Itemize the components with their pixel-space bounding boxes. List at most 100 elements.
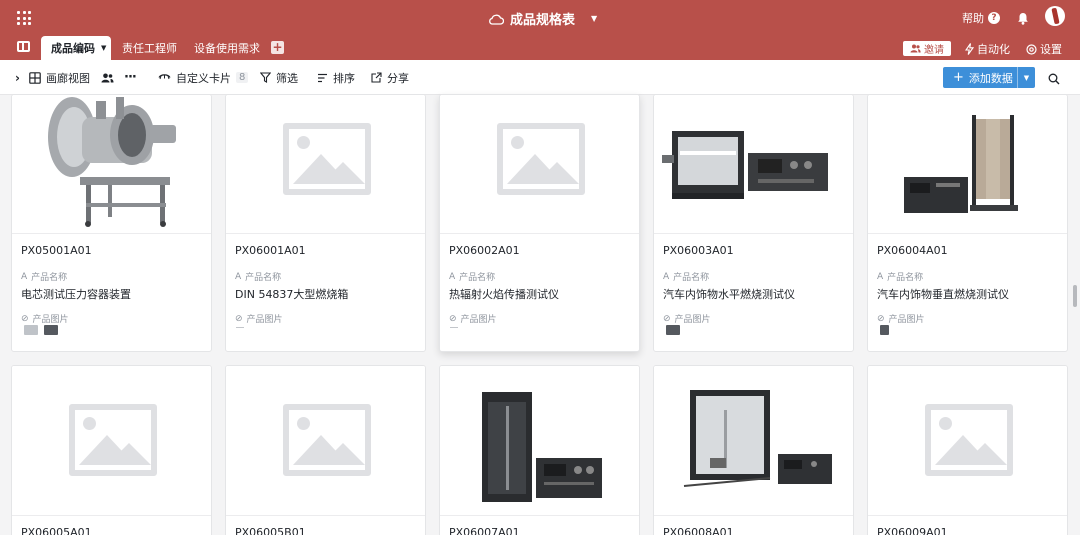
scrollbar-thumb[interactable]	[1073, 285, 1077, 307]
gallery-card[interactable]: PX06009A01	[867, 365, 1068, 535]
thumbnail[interactable]	[44, 325, 58, 335]
image-placeholder	[868, 366, 1067, 516]
thumbnail[interactable]	[880, 325, 889, 335]
card-code: PX06005A01	[21, 526, 92, 535]
doc-title: 成品规格表	[510, 13, 576, 28]
sort-button[interactable]: 排序	[317, 60, 355, 95]
customize-card-button[interactable]: 自定义卡片 8	[158, 60, 249, 95]
gallery-card[interactable]: PX06005B01	[225, 365, 426, 535]
question-icon: ?	[988, 12, 1000, 24]
view-label: 画廊视图	[46, 71, 90, 85]
product-name: 热辐射火焰传播测试仪	[449, 288, 559, 301]
invite-button[interactable]: 邀请	[903, 41, 951, 56]
field-label-text: 产品图片	[674, 315, 711, 325]
sort-label: 排序	[333, 71, 355, 85]
app-grid-icon[interactable]	[17, 11, 31, 25]
share-icon	[371, 72, 382, 83]
gallery-card[interactable]: PX06003A01 A 产品名称 汽车内饰物水平燃烧测试仪 ⊘ 产品图片	[653, 94, 854, 352]
field-label-text: 产品名称	[673, 273, 710, 283]
gear-icon	[1026, 43, 1037, 55]
card-code: PX06003A01	[663, 244, 734, 257]
card-code: PX06005B01	[235, 526, 306, 535]
image-placeholder	[226, 366, 425, 516]
text-field-icon: A	[21, 271, 28, 282]
image-placeholder	[226, 95, 425, 234]
image-placeholder	[440, 95, 639, 234]
bell-icon[interactable]	[1017, 10, 1029, 29]
gallery-card[interactable]: PX06008A01	[653, 365, 854, 535]
thumbnail[interactable]	[666, 325, 680, 335]
product-name: 电芯测试压力容器装置	[21, 288, 131, 301]
share-button[interactable]: 分享	[371, 60, 409, 95]
text-field-icon: A	[877, 271, 884, 282]
image-placeholder-icon	[497, 123, 585, 195]
automation-label: 自动化	[977, 43, 1010, 56]
image-thumbnails	[666, 325, 680, 335]
card-code: PX06009A01	[877, 526, 948, 535]
tab-equipment-demand[interactable]: 设备使用需求	[194, 36, 260, 60]
chevron-down-icon[interactable]: ▼	[591, 14, 597, 23]
field-label-text: 产品图片	[888, 315, 925, 325]
sidebar-toggle-icon[interactable]	[17, 41, 30, 52]
avatar[interactable]	[1045, 6, 1065, 26]
filter-label: 筛选	[276, 71, 298, 85]
tab-label: 成品编码	[51, 42, 95, 55]
text-field-icon: A	[449, 271, 456, 282]
chevron-down-icon[interactable]: ▼	[101, 44, 106, 52]
attachment-icon: ⊘	[235, 313, 243, 324]
users-icon	[910, 44, 921, 53]
search-icon[interactable]	[1048, 70, 1060, 89]
gallery-card[interactable]: PX06001A01 A 产品名称 DIN 54837大型燃烧箱 ⊘ 产品图片	[225, 94, 426, 352]
automation-button[interactable]: 自动化	[965, 41, 1010, 57]
field-label: ⊘ 产品图片	[21, 312, 69, 326]
empty-value-dash	[450, 327, 458, 328]
view-toolbar: › 画廊视图 ··· 自定义卡片 8 筛选 排序 分享	[0, 60, 1080, 95]
doc-title-area[interactable]: 成品规格表 ▼	[488, 9, 597, 28]
card-code: PX06008A01	[663, 526, 734, 535]
filter-icon	[260, 72, 271, 83]
text-field-icon: A	[663, 271, 670, 282]
add-record-button[interactable]: + 添加数据 ▼	[943, 67, 1035, 88]
field-label-text: 产品图片	[32, 315, 69, 325]
invite-label: 邀请	[924, 45, 944, 56]
thumbnail[interactable]	[24, 325, 38, 335]
help-button[interactable]: 帮助 ?	[962, 10, 1000, 26]
tab-responsible-engineer[interactable]: 责任工程师	[122, 36, 177, 60]
empty-value-dash	[236, 327, 244, 328]
sort-icon	[318, 73, 327, 82]
attachment-icon: ⊘	[449, 313, 457, 324]
image-placeholder-icon	[283, 404, 371, 476]
view-switcher[interactable]: 画廊视图	[29, 60, 90, 95]
card-code: PX06004A01	[877, 244, 948, 257]
field-label: A 产品名称	[21, 270, 67, 284]
gallery-card[interactable]: PX06004A01 A 产品名称 汽车内饰物垂直燃烧测试仪 ⊘ 产品图片	[867, 94, 1068, 352]
field-label-text: 产品图片	[246, 315, 283, 325]
cloud-icon	[489, 14, 504, 25]
tab-label: 设备使用需求	[194, 42, 260, 55]
tab-product-code[interactable]: 成品编码 ▼	[41, 36, 111, 60]
add-table-icon[interactable]: +	[271, 41, 284, 54]
gallery-card[interactable]: PX06005A01	[11, 365, 212, 535]
expand-views-button[interactable]: ›	[15, 60, 20, 95]
more-icon[interactable]: ···	[124, 60, 137, 95]
product-image	[654, 366, 853, 516]
settings-button[interactable]: 设置	[1026, 41, 1062, 57]
chevron-right-icon: ›	[15, 70, 20, 85]
gallery-view-icon	[29, 71, 41, 84]
add-record-main[interactable]: + 添加数据	[943, 67, 1017, 88]
gallery-card[interactable]: PX06002A01 A 产品名称 热辐射火焰传播测试仪 ⊘ 产品图片	[439, 94, 640, 352]
tab-label: 责任工程师	[122, 42, 177, 55]
product-image	[12, 95, 211, 234]
gallery-card[interactable]: PX05001A01 A 产品名称 电芯测试压力容器装置 ⊘ 产品图片	[11, 94, 212, 352]
top-bar: 成品规格表 ▼ 帮助 ? 成品编码 ▼ 责任工程师 设备使用需求 + 邀请 自动…	[0, 0, 1080, 60]
collaborators-icon[interactable]	[101, 60, 114, 95]
filter-button[interactable]: 筛选	[260, 60, 298, 95]
gallery-card[interactable]: PX06007A01	[439, 365, 640, 535]
image-placeholder-icon	[283, 123, 371, 195]
image-placeholder-icon	[925, 404, 1013, 476]
product-image	[654, 95, 853, 234]
chevron-down-icon[interactable]: ▼	[1017, 67, 1035, 88]
product-name: DIN 54837大型燃烧箱	[235, 288, 349, 301]
settings-label: 设置	[1040, 43, 1062, 56]
field-label-text: 产品图片	[460, 315, 497, 325]
